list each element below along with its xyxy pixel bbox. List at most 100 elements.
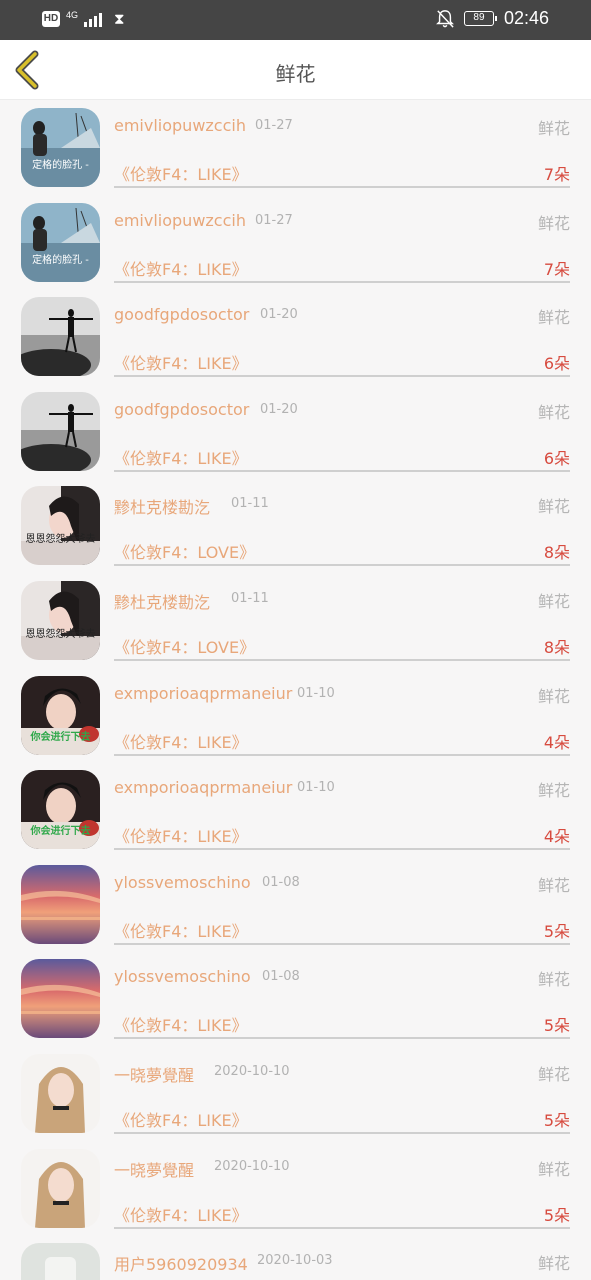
- divider: [114, 375, 570, 378]
- list-item[interactable]: 一晓夢覺醒 2020-10-10 鲜花 《伦敦F4：LIKE》 5朵: [0, 1046, 591, 1141]
- avatar[interactable]: [21, 1148, 100, 1228]
- date: 01-11: [231, 496, 269, 512]
- song-title[interactable]: 《伦敦F4：LOVE》: [114, 539, 255, 563]
- avatar[interactable]: [21, 1053, 100, 1133]
- song-title[interactable]: 《伦敦F4：LIKE》: [114, 1107, 248, 1131]
- song-title[interactable]: 《伦敦F4：LIKE》: [114, 256, 248, 280]
- avatar[interactable]: 恩恩怨怨大爷去: [21, 486, 100, 566]
- avatar-image: [21, 486, 100, 566]
- flower-count: 8朵: [543, 543, 570, 563]
- song-title[interactable]: 《伦敦F4：LIKE》: [114, 161, 248, 185]
- flower-count: 5朵: [543, 1016, 570, 1036]
- app-bar: 鲜花: [0, 40, 591, 100]
- date: 01-11: [231, 590, 269, 606]
- avatar[interactable]: [21, 391, 100, 471]
- divider: [114, 848, 570, 851]
- list-item[interactable]: ylossvemoschino 01-08 鲜花 《伦敦F4：LIKE》 5朵: [0, 951, 591, 1046]
- gift-type: 鲜花: [537, 402, 570, 422]
- song-title[interactable]: 《伦敦F4：LIKE》: [114, 823, 248, 847]
- avatar-caption: 你会进行下去: [30, 731, 91, 743]
- status-time: 02:46: [503, 8, 549, 28]
- date: 01-20: [260, 401, 298, 417]
- flower-count: 6朵: [543, 448, 570, 468]
- divider: [114, 469, 570, 472]
- avatar[interactable]: 定格的脸孔 -: [21, 108, 100, 187]
- gift-type: 鲜花: [537, 781, 570, 801]
- bell-off-icon: [436, 9, 454, 28]
- username: 黪杜克楼勘汔: [114, 592, 211, 612]
- song-title[interactable]: 《伦敦F4：LOVE》: [114, 634, 255, 658]
- list-item[interactable]: 一晓夢覺醒 2020-10-10 鲜花 《伦敦F4：LIKE》 5朵: [0, 1141, 591, 1236]
- avatar[interactable]: [21, 297, 100, 377]
- list-item[interactable]: 恩恩怨怨大爷去 黪杜克楼勘汔 01-11 鲜花 《伦敦F4：LOVE》 8朵: [0, 478, 591, 573]
- gift-type: 鲜花: [537, 1159, 570, 1179]
- hd-icon: HD: [42, 11, 60, 27]
- list-item[interactable]: 你会进行下去 exmporioaqprmaneiur 01-10 鲜花 《伦敦F…: [0, 762, 591, 857]
- avatar-caption: 恩恩怨怨大爷去: [25, 628, 96, 640]
- date: 2020-10-10: [214, 1063, 290, 1079]
- song-title[interactable]: 《伦敦F4：LIKE》: [114, 445, 248, 469]
- divider: [114, 1037, 570, 1040]
- song-title[interactable]: 《伦敦F4：LIKE》: [114, 350, 248, 374]
- list-item[interactable]: goodfgpdosoctor 01-20 鲜花 《伦敦F4：LIKE》 6朵: [0, 289, 591, 384]
- divider: [114, 753, 570, 756]
- avatar[interactable]: 你会进行下去: [21, 675, 100, 755]
- list-item[interactable]: 你会进行下去 exmporioaqprmaneiur 01-10 鲜花 《伦敦F…: [0, 668, 591, 763]
- flower-record-list: 定格的脸孔 - emivliopuwzccih 01-27 鲜花 《伦敦F4：L…: [0, 100, 591, 1280]
- avatar-caption: 你会进行下去: [30, 826, 91, 838]
- username: 用户5960920934: [114, 1255, 248, 1275]
- page-title: 鲜花: [275, 62, 316, 86]
- list-item[interactable]: 用户5960920934 2020-10-03 鲜花: [0, 1235, 591, 1280]
- avatar-image: [21, 675, 100, 755]
- username: 一晓夢覺醒: [114, 1160, 195, 1180]
- avatar-image: [21, 1243, 100, 1280]
- list-item[interactable]: 定格的脸孔 - emivliopuwzccih 01-27 鲜花 《伦敦F4：L…: [0, 195, 591, 290]
- divider: [114, 280, 570, 283]
- avatar[interactable]: 恩恩怨怨大爷去: [21, 580, 100, 660]
- username: ylossvemoschino: [114, 872, 251, 892]
- divider: [114, 1131, 570, 1134]
- username: exmporioaqprmaneiur: [114, 683, 293, 703]
- gift-type: 鲜花: [537, 970, 570, 990]
- avatar[interactable]: [21, 959, 100, 1039]
- divider: [114, 186, 570, 188]
- gift-type: 鲜花: [537, 1254, 570, 1274]
- song-title[interactable]: 《伦敦F4：LIKE》: [114, 1012, 248, 1036]
- avatar-image: [21, 108, 100, 187]
- username: 黪杜克楼勘汔: [114, 498, 211, 518]
- network-type: 4G: [66, 9, 79, 20]
- avatar-caption: 定格的脸孔 -: [32, 160, 89, 171]
- list-item[interactable]: ylossvemoschino 01-08 鲜花 《伦敦F4：LIKE》 5朵: [0, 857, 591, 952]
- hourglass-icon: ⧗: [114, 10, 125, 28]
- flower-count: 6朵: [543, 354, 570, 374]
- signal-bars-icon: [84, 11, 103, 27]
- avatar[interactable]: 定格的脸孔 -: [21, 202, 100, 282]
- username: exmporioaqprmaneiur: [114, 778, 293, 798]
- status-left: HD 4G ⧗: [42, 10, 125, 28]
- username: emivliopuwzccih: [114, 210, 246, 230]
- gift-type: 鲜花: [537, 591, 570, 611]
- username: goodfgpdosoctor: [114, 305, 250, 325]
- avatar-image: [21, 770, 100, 850]
- username: ylossvemoschino: [114, 967, 251, 987]
- gift-type: 鲜花: [537, 119, 570, 138]
- avatar[interactable]: 你会进行下去: [21, 770, 100, 850]
- flower-count: 8朵: [543, 637, 570, 657]
- divider: [114, 1226, 570, 1229]
- date: 01-08: [262, 969, 300, 985]
- avatar-image: [21, 1053, 100, 1133]
- song-title[interactable]: 《伦敦F4：LIKE》: [114, 918, 248, 942]
- date: 01-27: [255, 212, 293, 228]
- list-item[interactable]: 定格的脸孔 - emivliopuwzccih 01-27 鲜花 《伦敦F4：L…: [0, 100, 591, 195]
- gift-type: 鲜花: [537, 213, 570, 233]
- avatar-image: [21, 297, 100, 377]
- divider: [114, 942, 570, 945]
- flower-count: 5朵: [543, 1205, 570, 1225]
- flower-count: 7朵: [543, 259, 570, 279]
- avatar[interactable]: [21, 1243, 100, 1280]
- song-title[interactable]: 《伦敦F4：LIKE》: [114, 729, 248, 753]
- avatar[interactable]: [21, 864, 100, 944]
- list-item[interactable]: goodfgpdosoctor 01-20 鲜花 《伦敦F4：LIKE》 6朵: [0, 384, 591, 479]
- song-title[interactable]: 《伦敦F4：LIKE》: [114, 1202, 248, 1226]
- list-item[interactable]: 恩恩怨怨大爷去 黪杜克楼勘汔 01-11 鲜花 《伦敦F4：LOVE》 8朵: [0, 573, 591, 668]
